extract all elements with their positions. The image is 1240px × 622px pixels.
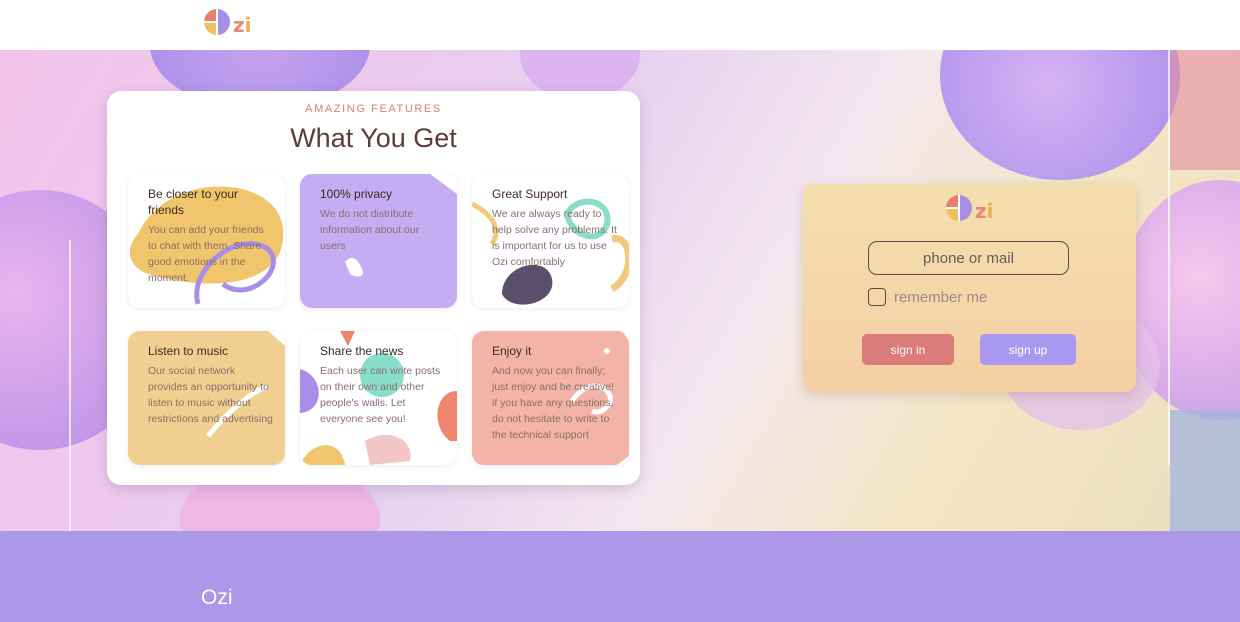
quartered-circle-logo-icon	[946, 195, 972, 221]
header-logo[interactable]: zi	[204, 9, 252, 35]
top-header: zi	[0, 0, 1240, 50]
decorative-blob	[1170, 410, 1240, 531]
feature-tile-music: Listen to music Our social network provi…	[128, 331, 285, 465]
feature-text: We are always ready to help solve any pr…	[492, 208, 617, 268]
remember-me-label: remember me	[894, 288, 988, 306]
features-card: AMAZING FEATURES What You Get Be closer …	[107, 91, 640, 485]
decorative-blob	[940, 50, 1180, 180]
decorative-line	[69, 240, 71, 531]
quartered-circle-logo-icon	[204, 9, 230, 35]
login-card: zi remember me sign in sign up	[803, 184, 1136, 392]
footer: Ozi	[0, 531, 1240, 622]
feature-text: Each user can write posts on their own a…	[320, 365, 441, 425]
feature-text: We do not distribute information about o…	[320, 208, 420, 252]
feature-title: 100% privacy	[320, 187, 393, 201]
remember-me-row[interactable]: remember me	[868, 288, 987, 306]
features-title: What You Get	[290, 123, 457, 153]
decorative-line	[1168, 50, 1170, 465]
feature-title: Share the news	[320, 344, 404, 358]
feature-tile-support: Great Support We are always ready to hel…	[472, 174, 629, 308]
sign-in-button[interactable]: sign in	[862, 334, 954, 365]
feature-text: Our social network provides an opportuni…	[148, 365, 273, 425]
feature-title: Great Support	[492, 187, 568, 201]
feature-title: Listen to music	[148, 344, 229, 358]
feature-tile-enjoy: Enjoy it And now you can finally; just e…	[472, 331, 629, 465]
feature-tile-friends: Be closer to your friends You can add yo…	[128, 174, 285, 308]
login-logo: zi	[946, 195, 994, 221]
feature-text: And now you can finally; just enjoy and …	[492, 365, 614, 441]
phone-or-mail-input[interactable]	[868, 241, 1069, 275]
logo-wordmark: zi	[975, 199, 994, 223]
feature-title: Enjoy it	[492, 344, 532, 358]
decorative-blob	[1170, 50, 1240, 170]
feature-title: Be closer to your friends	[148, 187, 239, 217]
footer-brand: Ozi	[201, 586, 233, 609]
features-eyebrow: AMAZING FEATURES	[305, 103, 442, 115]
feature-tile-privacy: 100% privacy We do not distribute inform…	[300, 174, 457, 308]
logo-wordmark: zi	[233, 13, 252, 37]
feature-tile-news: Share the news Each user can write posts…	[300, 331, 457, 465]
sign-up-button[interactable]: sign up	[980, 334, 1076, 365]
remember-me-checkbox[interactable]	[868, 288, 886, 306]
feature-text: You can add your friends to chat with th…	[148, 224, 264, 284]
